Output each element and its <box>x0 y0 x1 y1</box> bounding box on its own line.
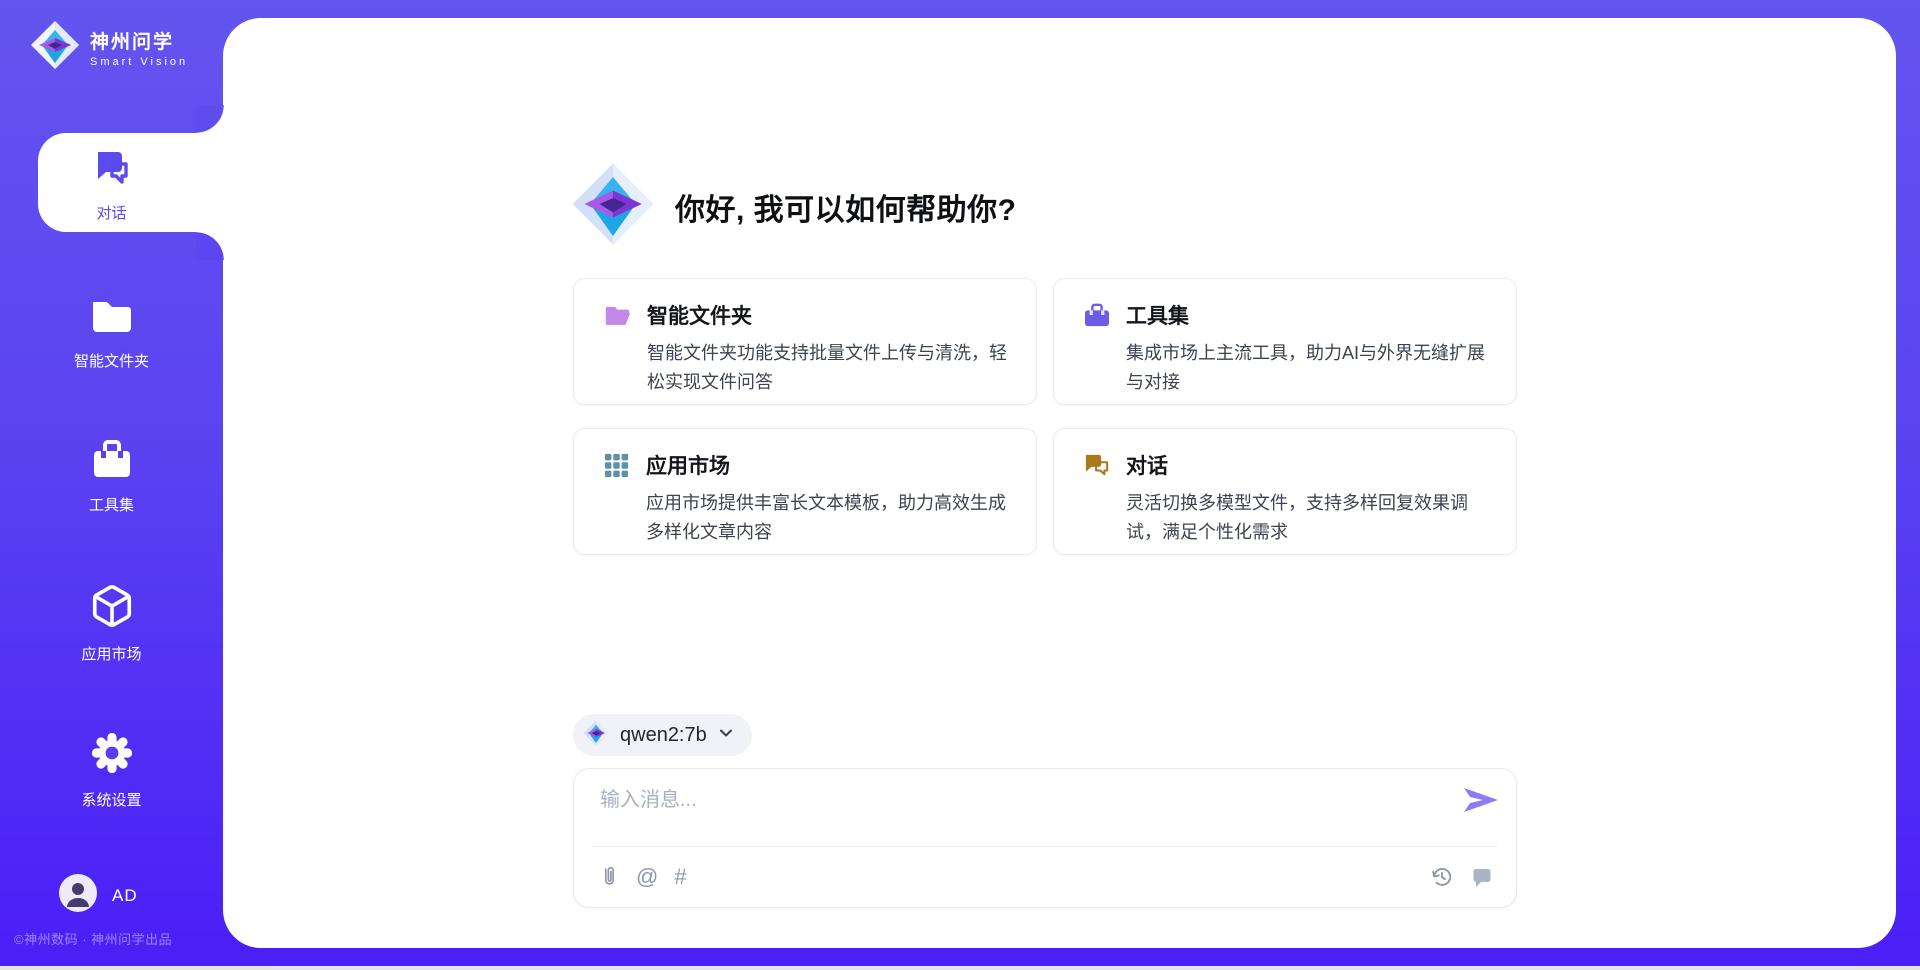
sidebar-item-app-market[interactable]: 应用市场 <box>0 583 223 664</box>
brand-diamond-icon <box>30 20 80 75</box>
sidebar-item-toolset[interactable]: 工具集 <box>0 438 223 515</box>
folder-icon <box>89 296 135 341</box>
card-app-market[interactable]: 应用市场 应用市场提供丰富长文本模板，助力高效生成多样化文章内容 <box>573 428 1037 555</box>
brand-logo: 神州问学 Smart Vision <box>30 20 188 75</box>
brand-name-cn: 神州问学 <box>90 27 188 54</box>
sidebar-item-settings[interactable]: 系统设置 <box>0 731 223 810</box>
tab-fillet-top <box>196 105 224 133</box>
feature-cards: 智能文件夹 智能文件夹功能支持批量文件上传与清洗，轻松实现文件问答 工具集 集成… <box>573 278 1517 555</box>
model-name: qwen2:7b <box>620 724 707 747</box>
assistant-diamond-icon <box>571 162 655 251</box>
card-desc: 应用市场提供丰富长文本模板，助力高效生成多样化文章内容 <box>646 489 1012 547</box>
topic-icon[interactable]: # <box>674 866 686 888</box>
card-title: 应用市场 <box>646 450 1012 480</box>
card-smart-folder[interactable]: 智能文件夹 智能文件夹功能支持批量文件上传与清洗，轻松实现文件问答 <box>573 278 1037 405</box>
card-chat[interactable]: 对话 灵活切换多模型文件，支持多样回复效果调试，满足个性化需求 <box>1053 428 1517 555</box>
sidebar-item-label: 工具集 <box>89 494 134 515</box>
attachment-icon[interactable] <box>598 864 620 890</box>
cube-icon <box>89 583 135 634</box>
sidebar-item-chat[interactable]: 对话 <box>0 146 223 223</box>
message-composer: @ # <box>573 768 1517 908</box>
history-icon[interactable] <box>1430 865 1454 889</box>
card-desc: 灵活切换多模型文件，支持多样回复效果调试，满足个性化需求 <box>1126 489 1492 547</box>
message-input[interactable] <box>600 783 1460 817</box>
sidebar-item-label: 智能文件夹 <box>74 350 149 371</box>
model-diamond-icon <box>583 720 609 751</box>
composer-divider <box>592 846 1498 847</box>
chat-icon <box>90 146 134 195</box>
folder-open-icon <box>604 303 631 404</box>
user-initials: AD <box>112 886 138 906</box>
card-title: 对话 <box>1126 450 1492 480</box>
card-desc: 集成市场上主流工具，助力AI与外界无缝扩展与对接 <box>1126 339 1492 397</box>
card-title: 工具集 <box>1126 300 1492 330</box>
toolbox-icon <box>90 438 134 485</box>
greeting-title: 你好, 我可以如何帮助你? <box>675 185 1017 229</box>
toolbox-icon <box>1084 303 1110 404</box>
card-toolset[interactable]: 工具集 集成市场上主流工具，助力AI与外界无缝扩展与对接 <box>1053 278 1517 405</box>
sidebar-item-smart-folder[interactable]: 智能文件夹 <box>0 296 223 371</box>
greeting: 你好, 我可以如何帮助你? <box>571 162 1017 251</box>
gear-icon <box>90 731 134 780</box>
grid-icon <box>604 453 630 554</box>
user-account[interactable]: AD <box>59 874 138 917</box>
brand-name-en: Smart Vision <box>90 56 188 68</box>
sidebar-item-label: 系统设置 <box>81 789 141 810</box>
sidebar-item-label: 应用市场 <box>81 643 141 664</box>
tab-fillet-bottom <box>196 232 224 260</box>
copyright-footer: ©神州数码 · 神州问学出品 <box>14 929 224 948</box>
chevron-down-icon <box>718 725 734 746</box>
card-title: 智能文件夹 <box>647 300 1012 330</box>
chat-icon <box>1084 453 1110 554</box>
avatar <box>59 874 97 917</box>
window-bottom-edge <box>0 966 1920 970</box>
sidebar-item-label: 对话 <box>96 202 126 223</box>
card-desc: 智能文件夹功能支持批量文件上传与清洗，轻松实现文件问答 <box>647 339 1012 397</box>
send-icon[interactable] <box>1462 785 1500 815</box>
model-selector[interactable]: qwen2:7b <box>573 714 752 756</box>
mention-icon[interactable]: @ <box>636 866 658 888</box>
conversation-icon[interactable] <box>1470 865 1494 889</box>
